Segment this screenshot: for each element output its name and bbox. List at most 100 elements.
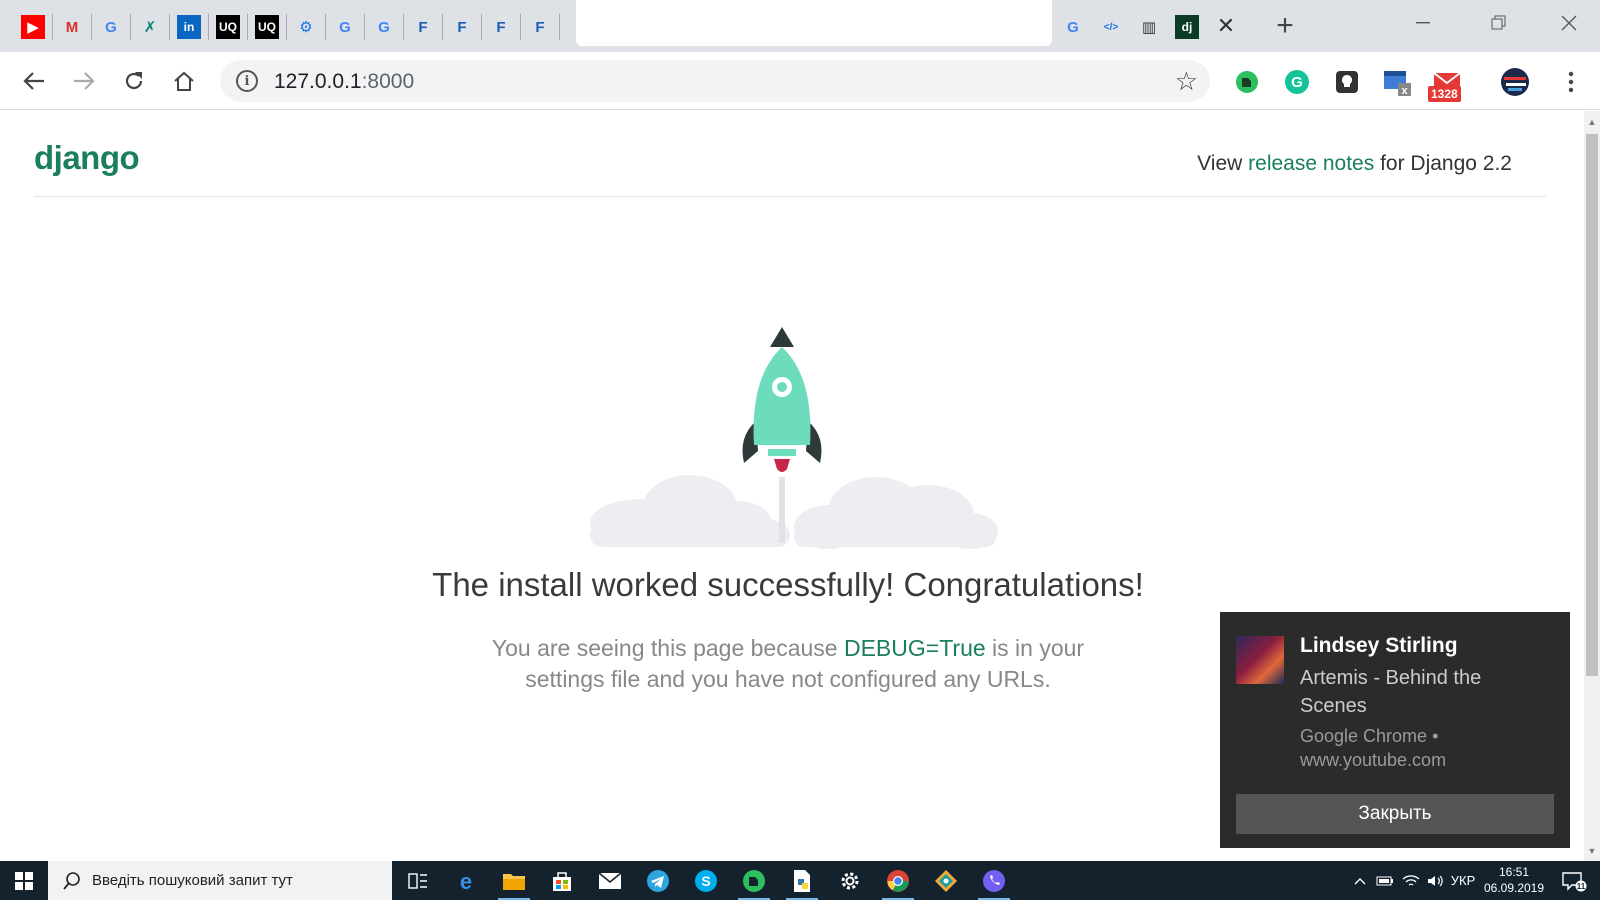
store-icon[interactable] — [538, 861, 586, 900]
tab-separator — [559, 14, 560, 40]
tab-uq-icon[interactable]: UQ — [209, 12, 247, 42]
new-tab-button[interactable]: + — [1270, 9, 1300, 42]
release-notes-line: View release notes for Django 2.2 — [1197, 152, 1512, 175]
xing-icon: ✗ — [143, 19, 157, 36]
tab-xing-icon[interactable]: ✗ — [131, 12, 169, 42]
tab-gmail-icon[interactable]: M — [53, 12, 91, 42]
uq-icon: UQ — [255, 15, 279, 39]
settings-gear-icon[interactable] — [826, 861, 874, 900]
mail-icon[interactable] — [586, 861, 634, 900]
gmail-icon: M — [65, 18, 79, 36]
windows-taskbar: Введіть пошуковий запит тут e S УКР 16:5… — [0, 861, 1600, 900]
tab-youtube-icon[interactable]: ▶ — [14, 12, 52, 42]
windows-start-icon[interactable] — [0, 861, 48, 900]
volume-icon[interactable] — [1424, 861, 1446, 900]
code-icon: </> — [1103, 21, 1119, 33]
rocket-illustration — [590, 327, 998, 549]
grammarly-icon[interactable]: G — [1282, 67, 1312, 97]
cloud-shapes — [590, 475, 998, 549]
task-view-icon[interactable] — [394, 861, 442, 900]
tab-django-icon[interactable]: dj — [1168, 12, 1206, 42]
django-logo[interactable]: django — [34, 139, 140, 177]
album-art — [1236, 636, 1284, 684]
tab-settings-gear-icon[interactable]: ⚙ — [287, 12, 325, 42]
svg-text:e: e — [460, 869, 472, 893]
svg-text:S: S — [701, 873, 710, 889]
evernote-taskbar-icon[interactable] — [730, 861, 778, 900]
f-star-icon: F — [457, 18, 467, 36]
tab-f-star-icon[interactable]: F — [443, 12, 481, 42]
lightbulb-icon[interactable] — [1332, 67, 1362, 97]
google-icon: G — [105, 18, 117, 36]
active-tab[interactable] — [576, 0, 1052, 46]
close-notification-button[interactable]: Закрыть — [1236, 794, 1554, 834]
battery-icon[interactable] — [1374, 861, 1396, 900]
scroll-up-icon[interactable]: ▲ — [1584, 113, 1600, 131]
notification-source: Google Chrome • www.youtube.com — [1300, 726, 1447, 770]
git-kraken-icon[interactable] — [922, 861, 970, 900]
notification-body: Artemis - Behind the Scenes — [1300, 667, 1482, 717]
minimize-icon[interactable] — [1400, 8, 1446, 38]
close-window-icon[interactable] — [1546, 8, 1592, 38]
notification-title: Lindsey Stirling — [1300, 634, 1458, 657]
tab-strip: ▶ M G ✗ in UQ UQ ⚙ G G F F F F G </> ▥ dj ✕ + — [0, 0, 1600, 52]
window-x-icon[interactable]: x — [1382, 67, 1412, 97]
back-icon[interactable] — [18, 65, 50, 97]
file-explorer-icon[interactable] — [490, 861, 538, 900]
header-divider — [34, 196, 1546, 197]
menu-kebab-icon[interactable] — [1556, 67, 1586, 97]
svg-text:11: 11 — [1577, 882, 1586, 891]
wifi-icon[interactable] — [1400, 861, 1422, 900]
skype-icon[interactable]: S — [682, 861, 730, 900]
site-info-icon[interactable]: i — [236, 70, 258, 92]
clock[interactable]: 16:51 06.09.2019 — [1482, 864, 1546, 896]
clock-time: 16:51 — [1498, 865, 1530, 879]
django-icon: dj — [1175, 15, 1199, 39]
debug-flag: DEBUG=True — [843, 635, 986, 661]
language-indicator[interactable]: УКР — [1448, 861, 1478, 900]
telegram-icon[interactable] — [634, 861, 682, 900]
url-text[interactable]: 127.0.0.1:8000 — [274, 70, 414, 94]
tab-code-icon[interactable]: </> — [1092, 12, 1130, 42]
tab-f-star-icon[interactable]: F — [521, 12, 559, 42]
clock-date: 06.09.2019 — [1483, 881, 1545, 895]
scrollbar-thumb[interactable] — [1586, 134, 1598, 676]
mail-count-badge: 1328 — [1428, 86, 1461, 102]
action-center-icon[interactable]: 11 — [1552, 861, 1596, 900]
restore-icon[interactable] — [1476, 8, 1522, 38]
profile-avatar[interactable] — [1500, 67, 1530, 97]
browser-toolbar: i 127.0.0.1:8000 ☆ G x 1328 — [0, 52, 1600, 110]
tab-google-icon[interactable]: G — [365, 12, 403, 42]
show-hidden-icons[interactable] — [1350, 861, 1370, 900]
media-notification: Lindsey Stirling Artemis - Behind the Sc… — [1220, 612, 1570, 848]
close-tab-icon[interactable]: ✕ — [1212, 12, 1240, 40]
tab-f-star-icon[interactable]: F — [482, 12, 520, 42]
evernote-icon[interactable] — [1232, 67, 1262, 97]
forward-icon[interactable] — [68, 65, 100, 97]
tab-linkedin-icon[interactable]: in — [170, 12, 208, 42]
tab-f-star-icon[interactable]: F — [404, 12, 442, 42]
release-notes-link[interactable]: release notes — [1248, 152, 1374, 175]
tab-google-icon[interactable]: G — [1054, 12, 1092, 42]
tab-google-icon[interactable]: G — [326, 12, 364, 42]
svg-text:G: G — [1291, 74, 1303, 91]
search-placeholder: Введіть пошуковий запит тут — [92, 872, 293, 889]
chrome-icon[interactable] — [874, 861, 922, 900]
debug-explanation: You are seeing this page because DEBUG=T… — [491, 635, 1085, 692]
google-icon: G — [1067, 18, 1079, 36]
google-icon: G — [339, 18, 351, 36]
viber-icon[interactable] — [970, 861, 1018, 900]
tab-uq-icon[interactable]: UQ — [248, 12, 286, 42]
tab-reader-icon[interactable]: ▥ — [1130, 12, 1168, 42]
taskbar-search-box[interactable]: Введіть пошуковий запит тут — [48, 861, 392, 900]
success-headline: The install worked successfully! Congrat… — [432, 566, 1144, 603]
youtube-icon: ▶ — [21, 15, 45, 39]
reload-icon[interactable] — [118, 65, 150, 97]
edge-icon[interactable]: e — [442, 861, 490, 900]
address-bar[interactable]: i 127.0.0.1:8000 ☆ — [220, 60, 1210, 102]
tab-google-icon[interactable]: G — [92, 12, 130, 42]
scroll-down-icon[interactable]: ▼ — [1584, 842, 1600, 860]
bookmark-star-icon[interactable]: ☆ — [1175, 66, 1198, 97]
python-file-icon[interactable] — [778, 861, 826, 900]
home-icon[interactable] — [168, 65, 200, 97]
